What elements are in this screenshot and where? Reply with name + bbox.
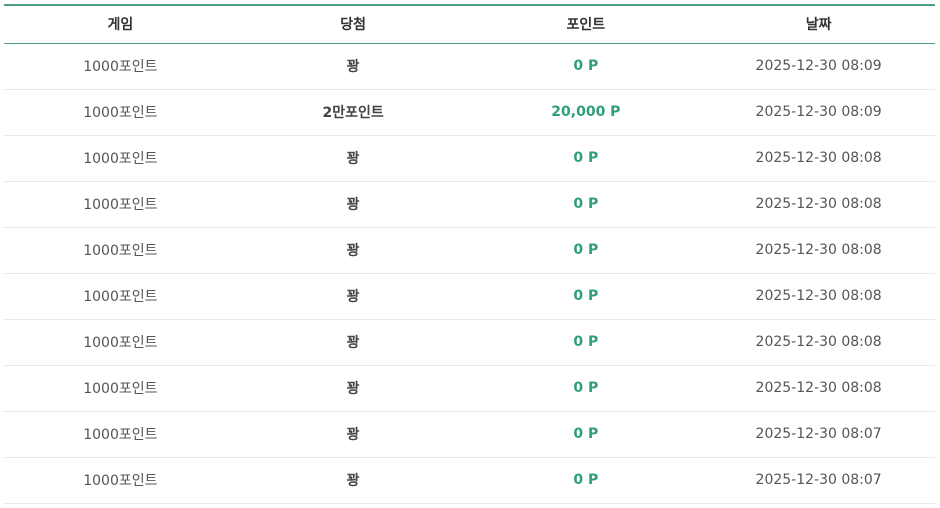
cell-points: 0 P (469, 43, 703, 90)
cell-date: 2025-12-30 08:08 (702, 227, 935, 274)
cell-game: 1000포인트 (4, 319, 237, 366)
cell-game: 1000포인트 (4, 181, 237, 228)
cell-points: 0 P (469, 457, 703, 504)
cell-date: 2025-12-30 08:08 (702, 273, 935, 320)
history-table-container: 게임 당첨 포인트 날짜 1000포인트 꽝 0 P 2025-12-30 08… (4, 4, 935, 504)
cell-date: 2025-12-30 08:08 (702, 181, 935, 228)
cell-game: 1000포인트 (4, 457, 237, 504)
point-history-table: 게임 당첨 포인트 날짜 1000포인트 꽝 0 P 2025-12-30 08… (4, 4, 935, 504)
table-row: 1000포인트 꽝 0 P 2025-12-30 08:08 (4, 181, 935, 228)
header-row: 게임 당첨 포인트 날짜 (4, 4, 935, 44)
cell-game: 1000포인트 (4, 411, 237, 458)
cell-points: 0 P (469, 411, 703, 458)
cell-points: 20,000 P (469, 89, 703, 136)
cell-result: 꽝 (236, 365, 470, 412)
cell-game: 1000포인트 (4, 135, 237, 182)
table-row: 1000포인트 꽝 0 P 2025-12-30 08:07 (4, 457, 935, 504)
cell-result: 꽝 (236, 43, 470, 90)
table-row: 1000포인트 꽝 0 P 2025-12-30 08:08 (4, 227, 935, 274)
cell-result: 꽝 (236, 457, 470, 504)
cell-result: 꽝 (236, 135, 470, 182)
cell-date: 2025-12-30 08:08 (702, 135, 935, 182)
table-row: 1000포인트 꽝 0 P 2025-12-30 08:08 (4, 319, 935, 366)
cell-date: 2025-12-30 08:08 (702, 319, 935, 366)
cell-points: 0 P (469, 181, 703, 228)
cell-result: 꽝 (236, 273, 470, 320)
header-date: 날짜 (702, 4, 935, 44)
table-row: 1000포인트 꽝 0 P 2025-12-30 08:08 (4, 365, 935, 412)
header-game: 게임 (4, 4, 237, 44)
table-row: 1000포인트 꽝 0 P 2025-12-30 08:07 (4, 411, 935, 458)
cell-game: 1000포인트 (4, 273, 237, 320)
cell-date: 2025-12-30 08:07 (702, 457, 935, 504)
cell-result: 2만포인트 (236, 89, 470, 136)
cell-points: 0 P (469, 273, 703, 320)
cell-game: 1000포인트 (4, 365, 237, 412)
cell-points: 0 P (469, 227, 703, 274)
cell-result: 꽝 (236, 181, 470, 228)
cell-date: 2025-12-30 08:09 (702, 89, 935, 136)
table-row: 1000포인트 2만포인트 20,000 P 2025-12-30 08:09 (4, 89, 935, 136)
cell-points: 0 P (469, 135, 703, 182)
table-row: 1000포인트 꽝 0 P 2025-12-30 08:08 (4, 273, 935, 320)
cell-date: 2025-12-30 08:09 (702, 43, 935, 90)
cell-game: 1000포인트 (4, 89, 237, 136)
cell-result: 꽝 (236, 227, 470, 274)
cell-result: 꽝 (236, 411, 470, 458)
cell-date: 2025-12-30 08:07 (702, 411, 935, 458)
cell-points: 0 P (469, 319, 703, 366)
cell-result: 꽝 (236, 319, 470, 366)
table-body: 1000포인트 꽝 0 P 2025-12-30 08:09 1000포인트 2… (4, 43, 935, 504)
table-header: 게임 당첨 포인트 날짜 (4, 4, 935, 44)
cell-game: 1000포인트 (4, 43, 237, 90)
header-result: 당첨 (236, 4, 470, 44)
table-row: 1000포인트 꽝 0 P 2025-12-30 08:09 (4, 43, 935, 90)
cell-date: 2025-12-30 08:08 (702, 365, 935, 412)
cell-points: 0 P (469, 365, 703, 412)
cell-game: 1000포인트 (4, 227, 237, 274)
header-points: 포인트 (469, 4, 703, 44)
table-row: 1000포인트 꽝 0 P 2025-12-30 08:08 (4, 135, 935, 182)
